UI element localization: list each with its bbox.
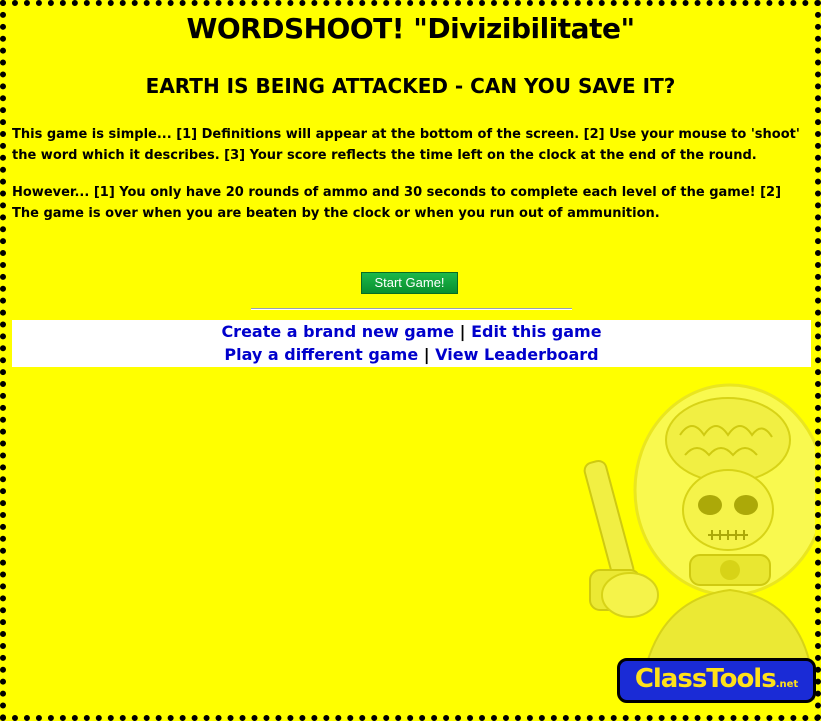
martian-alien-illustration [583, 383, 815, 700]
game-title: WORDSHOOT! "Divizibilitate" [186, 12, 635, 45]
instructions-text: This game is simple... [1] Definitions w… [12, 127, 800, 163]
logo-main-text: ClassTools [634, 664, 777, 694]
start-game-button[interactable]: Start Game! [361, 272, 458, 294]
view-leaderboard-link[interactable]: View Leaderboard [435, 345, 598, 364]
warning-text: However... [1] You only have 20 rounds o… [12, 185, 782, 221]
links-panel: Create a brand new game | Edit this game… [12, 320, 811, 367]
classtools-logo[interactable]: ClassTools.net [617, 658, 816, 703]
link-separator: | [459, 322, 466, 341]
logo-suffix-text: .net [775, 679, 799, 690]
links-row-2: Play a different game | View Leaderboard [12, 343, 811, 366]
play-different-game-link[interactable]: Play a different game [224, 345, 418, 364]
links-row-1: Create a brand new game | Edit this game [12, 320, 811, 343]
game-subtitle: EARTH IS BEING ATTACKED - CAN YOU SAVE I… [145, 74, 676, 98]
divider [251, 308, 572, 310]
create-new-game-link[interactable]: Create a brand new game [221, 322, 454, 341]
edit-game-link[interactable]: Edit this game [471, 322, 601, 341]
link-separator: | [423, 345, 430, 364]
